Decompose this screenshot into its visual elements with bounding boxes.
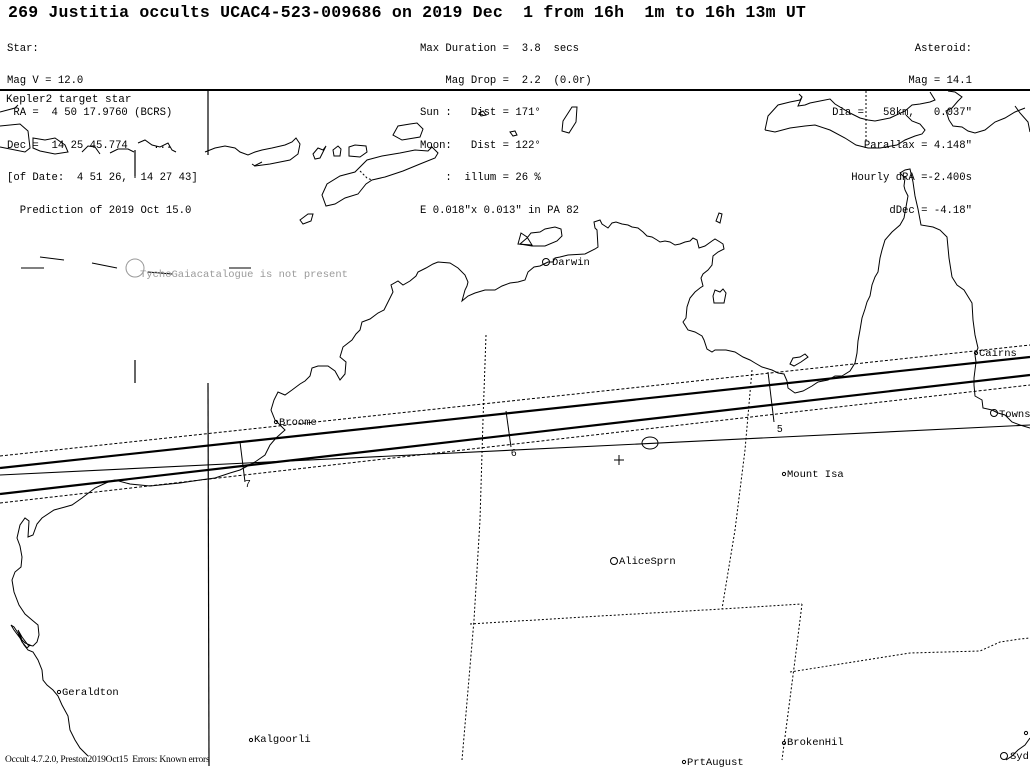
path-south-limit (0, 373, 1030, 496)
city-marker-extra (1023, 730, 1029, 736)
event-title: 269 Justitia occults UCAC4-523-009686 on… (8, 3, 807, 22)
city-label-geraldton: Geraldton (62, 687, 119, 699)
city-markers (56, 258, 1029, 765)
asteroid-info-line: Mag = 14.1 (895, 74, 972, 87)
city-label-brokenhil: BrokenHil (787, 737, 844, 749)
city-label-prtaugust: PrtAugust (687, 757, 744, 769)
island (0, 104, 31, 153)
city-label-cairns: Cairns (979, 348, 1017, 360)
island (299, 213, 314, 225)
event-info-line: Max Duration = 3.8 secs (420, 42, 579, 55)
city-label-alice: AliceSprn (619, 556, 676, 568)
coast-gulf-islands (712, 288, 727, 304)
city-label-towns: Towns (999, 409, 1030, 421)
meridian-line (207, 382, 210, 766)
time-tick-6 (505, 410, 512, 448)
coast-north-australia (229, 168, 979, 474)
time-label-5: 5 (777, 424, 783, 435)
footer-version-info: Occult 4.7.2.0, Preston2019Oct15 Errors:… (5, 755, 210, 765)
occultation-path[interactable] (0, 344, 1030, 504)
coast-nt-east (1014, 105, 1030, 133)
reference-lines (134, 91, 210, 766)
asteroid-info-line: Asteroid: (914, 42, 972, 55)
city-label-darwin: Darwin (552, 257, 590, 269)
city-label-kalgoorli: Kalgoorli (254, 734, 311, 746)
city-label-broome: Broome (279, 417, 317, 429)
subsolar-cross (614, 455, 624, 465)
coast-new-guinea-south (764, 114, 926, 149)
city-marker-alice (610, 557, 618, 565)
city-label-mount-isa: Mount Isa (787, 469, 844, 481)
island (32, 137, 69, 155)
island (478, 110, 487, 117)
time-label-7: 7 (245, 479, 251, 490)
island (81, 139, 177, 155)
island (332, 145, 342, 157)
catalogue-warning: TychoGaiacatalogue is not present (140, 269, 348, 281)
time-label-6: 6 (511, 448, 517, 459)
coast-wa (10, 472, 231, 757)
path-south-sigma (0, 384, 1030, 504)
kepler2-note: Kepler2 target star (6, 94, 132, 106)
island (348, 144, 368, 158)
border-nt-sa (469, 603, 803, 625)
island (392, 122, 424, 141)
city-marker-mount-isa (781, 471, 787, 477)
border-qld-nsw (789, 637, 1030, 673)
island (312, 145, 327, 160)
city-marker-kalgoorli (248, 737, 254, 743)
city-marker-prtaugust (681, 759, 687, 765)
state-borders (461, 334, 1030, 761)
event-info-line: Mag Drop = 2.2 (0.0r) (420, 74, 592, 87)
border-nt-qld (721, 369, 753, 610)
time-tick-7 (239, 441, 246, 483)
border-wa-nt (461, 334, 487, 761)
city-marker-geraldton (56, 689, 62, 695)
island (509, 130, 518, 137)
coastlines (0, 91, 1030, 761)
path-north-sigma (0, 344, 1030, 457)
city-marker-syd (1000, 752, 1008, 760)
city-label-syd: Syd (1010, 751, 1029, 763)
border-timor (359, 170, 373, 181)
city-marker-broome (273, 419, 279, 425)
coast-new-guinea (764, 91, 1026, 134)
occultation-map[interactable] (0, 91, 1030, 766)
island (204, 137, 301, 167)
star-info-line: Star: (7, 42, 39, 55)
island-groote (715, 212, 723, 224)
island (561, 106, 578, 134)
island-mornington (789, 353, 809, 367)
star-info-line: Mag V = 12.0 (7, 74, 84, 87)
